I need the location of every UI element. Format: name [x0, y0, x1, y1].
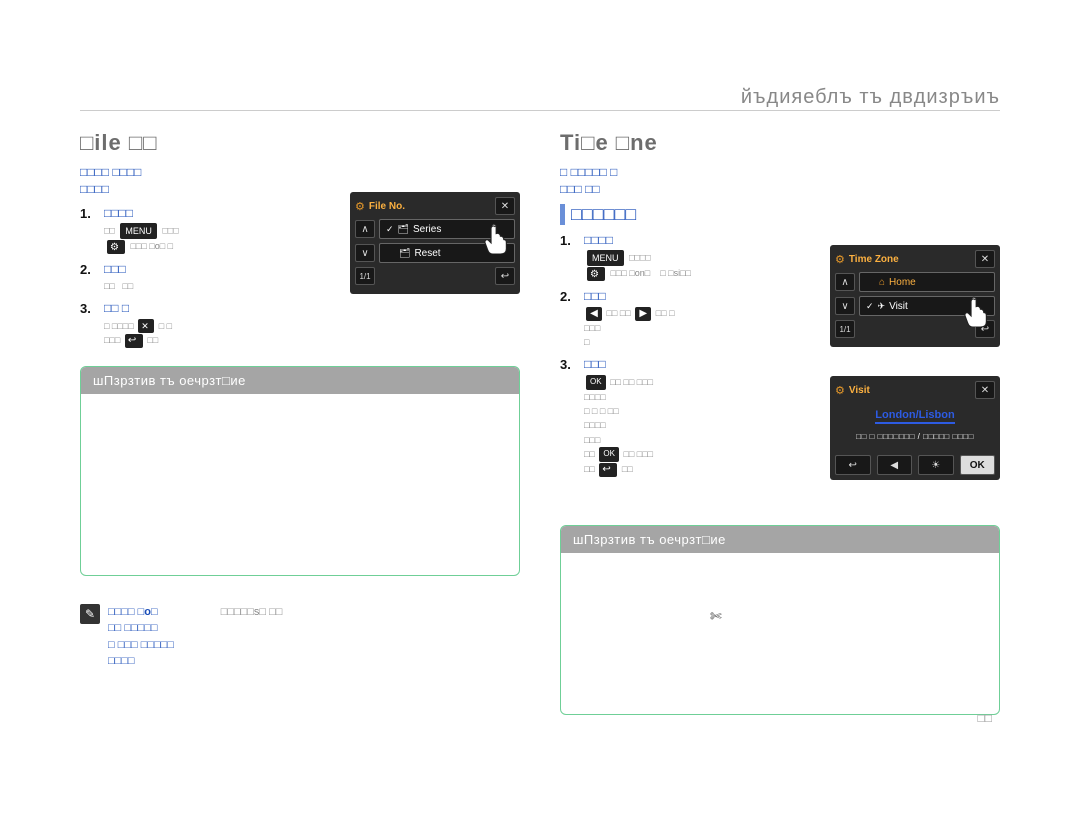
sub-box-header: шПзрзтив тъ оечрзт□ие: [81, 367, 519, 394]
check-icon: ✓: [386, 224, 394, 235]
right-arrow-icon: ▶: [635, 307, 651, 321]
ok-button[interactable]: OK: [960, 455, 996, 475]
back-button[interactable]: ↩: [495, 267, 515, 285]
note-left: ✎ □□□□ □o□ □□□□□s□ □□ □□ □□□□□ □ □□□ □□□…: [80, 604, 520, 670]
left-arrow-icon: ◀: [586, 307, 602, 321]
ui-fileno-panel: ⚙ File No. ✕ ∧ ✓ 🗂 Series ∨ �: [350, 192, 520, 294]
sub-title: □□□□□□: [560, 204, 1000, 225]
ui-visit-panel: ⚙ Visit ✕ London/Lisbon □□ □ □□□□□□□ / □…: [830, 376, 1000, 480]
sub-elements-box-left: шПзрзтив тъ оечрзт□ие: [80, 366, 520, 576]
right-column: Ti□e □ne □ □□□□□ □□□□ □□ □□□□□□ 1. □□□□ …: [560, 130, 1000, 715]
home-icon: ⌂: [879, 277, 885, 288]
menu-item-reset[interactable]: 🗂 Reset: [379, 243, 515, 263]
scissor-icon: ✄: [710, 608, 722, 625]
check-icon: ✓: [866, 301, 874, 312]
back-button[interactable]: ↩: [835, 455, 871, 475]
prev-button[interactable]: ◀: [877, 455, 913, 475]
gear-icon: ⚙: [107, 240, 125, 254]
gear-icon: ⚙: [835, 384, 845, 397]
panel-title: Visit: [849, 385, 870, 396]
dst-button[interactable]: ☀: [918, 455, 954, 475]
page-indicator: 1/1: [835, 320, 855, 338]
menu-icon: MENU: [587, 250, 624, 266]
back-button[interactable]: ↩: [975, 320, 995, 338]
down-button[interactable]: ∨: [835, 297, 855, 315]
close-button[interactable]: ✕: [975, 381, 995, 399]
down-button[interactable]: ∨: [355, 244, 375, 262]
page-number: □□: [978, 711, 993, 725]
close-icon: [138, 319, 154, 333]
menu-item-visit[interactable]: ✓ ✈ Visit: [859, 296, 995, 316]
left-column: □ile □□ □□□□ □□□□□□□□ 1. □□□□ □□ MENU □□…: [80, 130, 520, 715]
close-button[interactable]: ✕: [975, 250, 995, 268]
sub-elements-box-right: шПзрзтив тъ оечрзт□ие: [560, 525, 1000, 715]
sub-box-header: шПзрзтив тъ оечрзт□ие: [561, 526, 999, 553]
page-indicator: 1/1: [355, 267, 375, 285]
gear-icon: ⚙: [835, 253, 845, 266]
ui-timezone-panel: ⚙ Time Zone ✕ ∧ ⌂ Home ∨ ✓ ✈: [830, 245, 1000, 347]
up-button[interactable]: ∧: [835, 273, 855, 291]
plane-icon: ✈: [878, 301, 886, 312]
menu-item-home[interactable]: ⌂ Home: [859, 272, 995, 292]
gear-icon: ⚙: [355, 200, 365, 213]
step-3: 3. □□ □ □ □□□□ □ □ □□□ □□: [80, 299, 520, 347]
note-icon: ✎: [80, 604, 100, 624]
page-chapter: йъдияеблъ тъ двдизръиъ: [741, 86, 1000, 109]
section-title-timezone: Ti□e □ne: [560, 130, 1000, 156]
intro-right: □ □□□□□ □□□□ □□: [560, 164, 1000, 198]
menu-item-series[interactable]: ✓ 🗂 Series: [379, 219, 515, 239]
menu-icon: MENU: [120, 223, 157, 239]
return-icon: [599, 463, 617, 477]
date-label: □□ □ □□□□□□□ / □□□□□ □□□□: [837, 432, 993, 441]
gear-icon: ⚙: [587, 267, 605, 281]
close-button[interactable]: ✕: [495, 197, 515, 215]
up-button[interactable]: ∧: [355, 220, 375, 238]
return-icon: [125, 334, 143, 348]
panel-title: File No.: [369, 201, 405, 212]
section-title-file: □ile □□: [80, 130, 520, 156]
city-label: London/Lisbon: [875, 409, 954, 424]
ok-icon: OK: [599, 447, 619, 462]
ok-icon: OK: [586, 375, 606, 390]
panel-title: Time Zone: [849, 254, 899, 265]
divider: [80, 110, 1000, 111]
